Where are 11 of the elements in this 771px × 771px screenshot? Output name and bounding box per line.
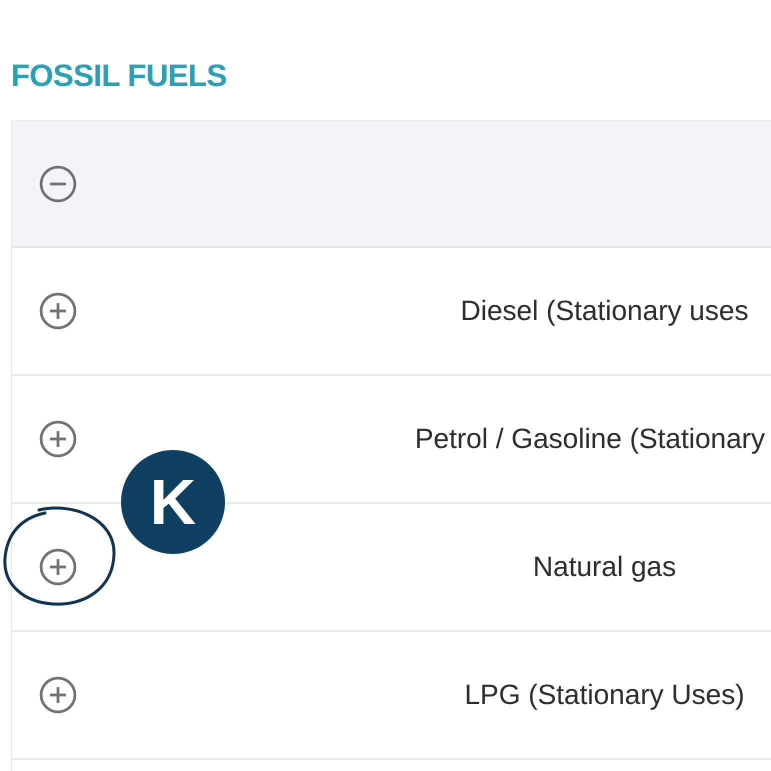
fuel-name: Diesel (Stationary uses (460, 295, 748, 327)
expand-icon[interactable] (39, 420, 77, 458)
collapse-icon[interactable] (39, 164, 77, 202)
expand-icon[interactable] (39, 548, 77, 586)
section-title: FOSSIL FUELS (11, 58, 228, 94)
fuel-name: LPG (Stationary Uses) (464, 679, 745, 711)
expand-icon[interactable] (39, 292, 77, 330)
annotation-badge: K (121, 450, 225, 554)
expand-icon[interactable] (39, 676, 77, 714)
fuel-name: Petrol / Gasoline (Stationary (414, 423, 765, 455)
fuel-name: Natural gas (532, 551, 676, 583)
